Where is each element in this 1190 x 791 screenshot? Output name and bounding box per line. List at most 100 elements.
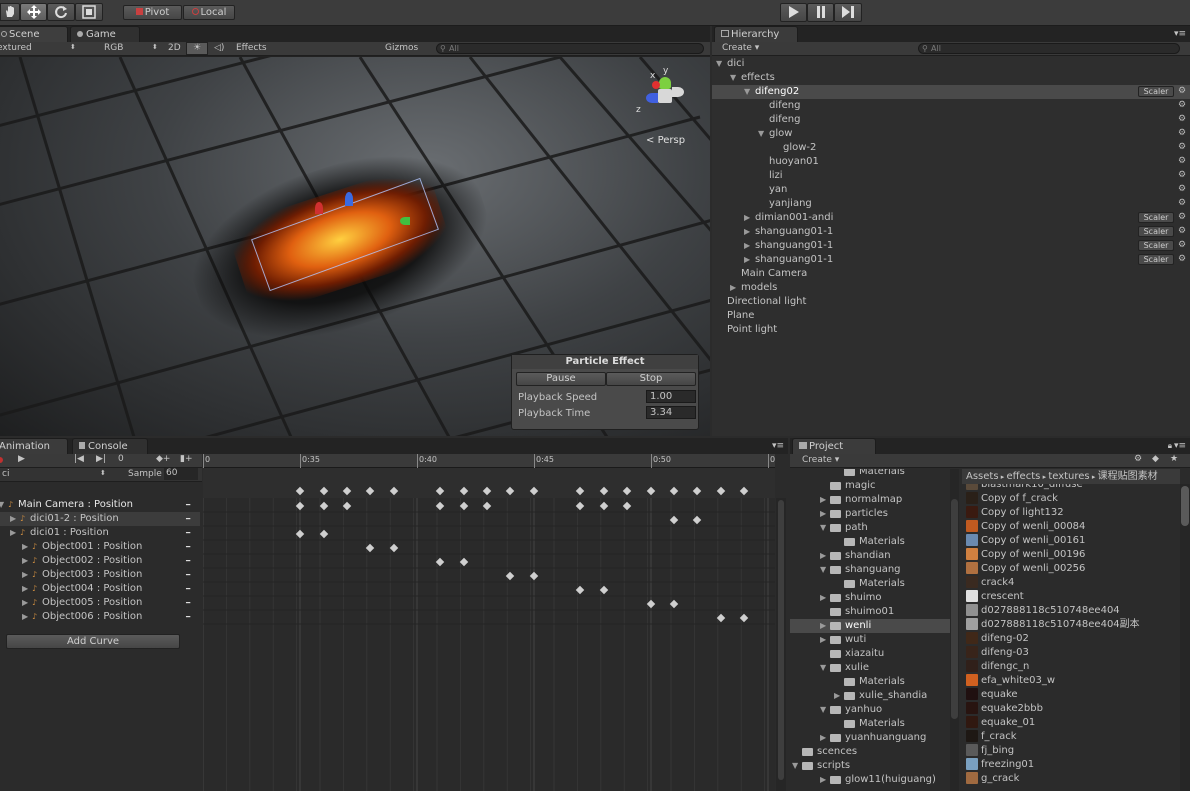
timeline-ruler[interactable]: 0 0:35 0:40 0:45 0:50 0 <box>203 454 775 468</box>
asset-item[interactable]: fj_bing <box>966 744 1180 758</box>
tab-project[interactable]: Project <box>792 438 876 454</box>
folder-item[interactable]: ▼ shanguang <box>790 563 950 577</box>
particle-stop-button[interactable]: Stop <box>606 372 696 386</box>
breadcrumb-item[interactable]: 课程贴图素材 <box>1098 471 1158 482</box>
script-gear-icon[interactable]: ⚙ <box>1177 183 1187 195</box>
panel-menu-icon[interactable]: ▾≡ <box>1174 441 1186 451</box>
anim-curve-row[interactable]: ▶ ♪ dici01-2 : Position ━ <box>0 512 200 526</box>
playback-speed-field[interactable]: 1.00 <box>646 390 696 403</box>
play-button[interactable] <box>780 3 807 22</box>
asset-item[interactable]: d027888118c510748ee404 <box>966 604 1180 618</box>
hierarchy-item[interactable]: ▼ glow ⚙ <box>712 127 1190 141</box>
collapsed-arrow-icon[interactable]: ▶ <box>820 507 826 521</box>
lock-icon[interactable]: 🔒︎ <box>1168 441 1172 451</box>
remove-curve-icon[interactable]: ━ <box>186 512 190 526</box>
asset-item[interactable]: equake <box>966 688 1180 702</box>
hierarchy-create-dropdown[interactable]: Create ▾ <box>722 43 759 53</box>
remove-curve-icon[interactable]: ━ <box>186 596 190 610</box>
collapsed-arrow-icon[interactable]: ▶ <box>820 619 826 633</box>
tab-hierarchy[interactable]: Hierarchy <box>714 26 798 42</box>
expanded-arrow-icon[interactable]: ▼ <box>792 759 798 773</box>
hierarchy-item[interactable]: ▼ difeng02 Scaler ⚙ <box>712 85 1190 99</box>
folder-item[interactable]: ▶ wenli <box>790 619 950 633</box>
asset-item[interactable]: g_crack <box>966 772 1180 786</box>
dopesheet[interactable] <box>203 468 775 791</box>
expanded-arrow-icon[interactable]: ▼ <box>820 703 826 717</box>
folder-item[interactable]: Materials <box>790 535 950 549</box>
scaler-badge[interactable]: Scaler <box>1138 212 1174 223</box>
anim-curve-row[interactable]: ▶ ♪ Object003 : Position ━ <box>0 568 200 582</box>
asset-item[interactable]: difeng-03 <box>966 646 1180 660</box>
expanded-arrow-icon[interactable]: ▼ <box>820 661 826 675</box>
script-gear-icon[interactable]: ⚙ <box>1177 85 1187 97</box>
collapsed-arrow-icon[interactable]: ▶ <box>22 540 28 554</box>
asset-item[interactable]: crescent <box>966 590 1180 604</box>
asset-item[interactable]: d027888118c510748ee404副本 <box>966 618 1180 632</box>
collapsed-arrow-icon[interactable]: ▶ <box>22 610 28 624</box>
breadcrumb-item[interactable]: Assets <box>966 471 999 482</box>
anim-curve-row[interactable]: ▶ ♪ Object004 : Position ━ <box>0 582 200 596</box>
collapsed-arrow-icon[interactable]: ▶ <box>744 239 750 253</box>
folder-item[interactable]: magic <box>790 479 950 493</box>
hierarchy-item[interactable]: ▶ shanguang01-1 Scaler ⚙ <box>712 239 1190 253</box>
hand-tool-button[interactable] <box>0 3 20 21</box>
collapsed-arrow-icon[interactable]: ▶ <box>22 582 28 596</box>
collapsed-arrow-icon[interactable]: ▶ <box>834 689 840 703</box>
clip-dropdown[interactable]: ci <box>2 469 9 479</box>
hierarchy-item[interactable]: Directional light <box>712 295 1190 309</box>
hierarchy-item[interactable]: ▶ shanguang01-1 Scaler ⚙ <box>712 225 1190 239</box>
playback-time-field[interactable]: 3.34 <box>646 406 696 419</box>
add-curve-button[interactable]: Add Curve <box>6 634 180 649</box>
scaler-badge[interactable]: Scaler <box>1138 86 1174 97</box>
folder-item[interactable]: ▼ path <box>790 521 950 535</box>
prev-key-icon[interactable]: |◀ <box>74 454 84 464</box>
collapsed-arrow-icon[interactable]: ▶ <box>22 596 28 610</box>
sample-field[interactable]: 60 <box>164 468 198 480</box>
expanded-arrow-icon[interactable]: ▼ <box>716 57 722 71</box>
asset-item[interactable]: equake2bbb <box>966 702 1180 716</box>
tab-console[interactable]: Console <box>72 438 148 454</box>
hierarchy-item[interactable]: ▼ dici <box>712 57 1190 71</box>
folder-item[interactable]: ▶ particles <box>790 507 950 521</box>
hierarchy-item[interactable]: ▶ shanguang01-1 Scaler ⚙ <box>712 253 1190 267</box>
hierarchy-item[interactable]: Plane <box>712 309 1190 323</box>
expanded-arrow-icon[interactable]: ▼ <box>820 521 826 535</box>
render-mode-dropdown[interactable]: extured <box>0 43 32 53</box>
scaler-badge[interactable]: Scaler <box>1138 240 1174 251</box>
gizmos-dropdown[interactable]: Gizmos <box>385 43 418 53</box>
add-keyframe-icon[interactable]: ◆+ <box>156 454 170 464</box>
remove-curve-icon[interactable]: ━ <box>186 540 190 554</box>
script-gear-icon[interactable]: ⚙ <box>1177 127 1187 139</box>
panel-menu-icon[interactable]: ▾≡ <box>1174 29 1186 39</box>
folder-item[interactable]: ▶ yuanhuanguang <box>790 731 950 745</box>
collapsed-arrow-icon[interactable]: ▶ <box>820 731 826 745</box>
hierarchy-item[interactable]: yanjiang ⚙ <box>712 197 1190 211</box>
remove-curve-icon[interactable]: ━ <box>186 582 190 596</box>
folder-item[interactable]: xiazaitu <box>790 647 950 661</box>
scene-search-input[interactable]: ⚲ All <box>436 43 704 54</box>
next-key-icon[interactable]: ▶| <box>96 454 106 464</box>
projection-toggle[interactable]: < Persp <box>646 135 685 146</box>
transform-gizmo-x-handle[interactable] <box>315 202 323 214</box>
remove-curve-icon[interactable]: ━ <box>186 554 190 568</box>
asset-item[interactable]: blastmark10_diffuse <box>966 484 1180 492</box>
collapsed-arrow-icon[interactable]: ▶ <box>744 253 750 267</box>
folder-item[interactable]: Materials <box>790 577 950 591</box>
expanded-arrow-icon[interactable]: ▼ <box>744 85 750 99</box>
move-tool-button[interactable] <box>20 3 47 21</box>
anim-curve-row[interactable]: ▶ ♪ dici01 : Position ━ <box>0 526 200 540</box>
expanded-arrow-icon[interactable]: ▼ <box>758 127 764 141</box>
folder-item[interactable]: ▼ scripts <box>790 759 950 773</box>
hierarchy-item[interactable]: lizi ⚙ <box>712 169 1190 183</box>
folder-item[interactable]: ▶ xulie_shandia <box>790 689 950 703</box>
anim-curve-row[interactable]: ▶ ♪ Object005 : Position ━ <box>0 596 200 610</box>
collapsed-arrow-icon[interactable]: ▶ <box>10 526 16 540</box>
script-gear-icon[interactable]: ⚙ <box>1177 225 1187 237</box>
remove-curve-icon[interactable]: ━ <box>186 610 190 624</box>
hierarchy-search-input[interactable]: ⚲ All <box>918 43 1180 54</box>
tab-game[interactable]: Game <box>70 26 140 42</box>
scaler-badge[interactable]: Scaler <box>1138 254 1174 265</box>
collapsed-arrow-icon[interactable]: ▶ <box>820 591 826 605</box>
local-toggle-button[interactable]: Local <box>183 5 235 20</box>
pivot-toggle-button[interactable]: Pivot <box>123 5 182 20</box>
